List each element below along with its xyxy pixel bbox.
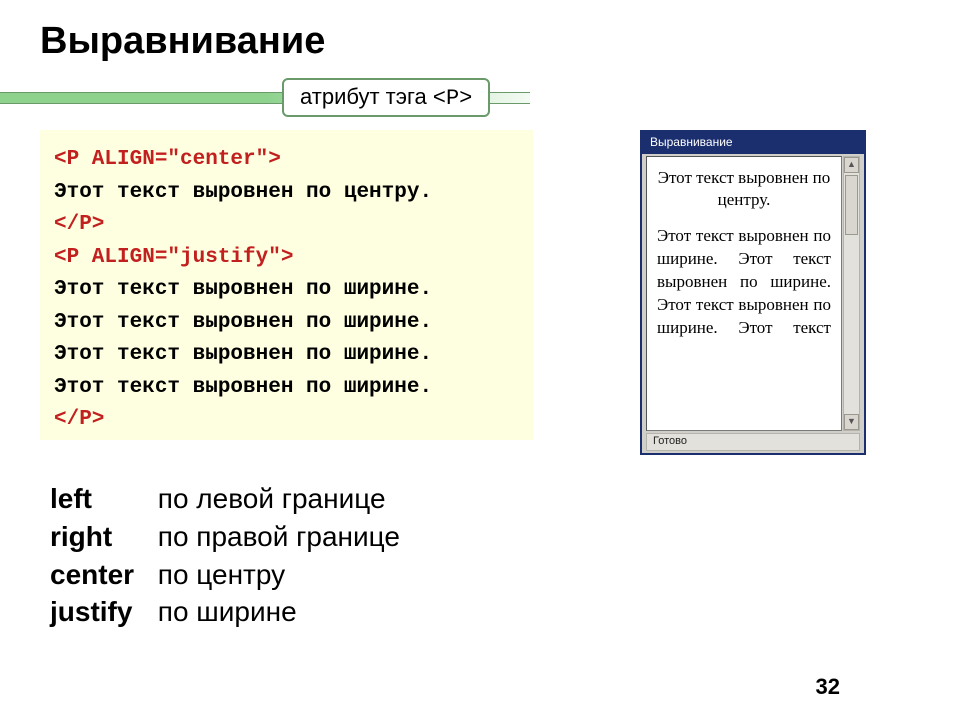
scroll-up-button[interactable]: ▲ bbox=[844, 157, 859, 173]
code-line: </P> bbox=[54, 213, 104, 236]
browser-scrollbar[interactable]: ▲ ▼ bbox=[843, 156, 860, 431]
code-example: <P ALIGN="center"> Этот текст выровнен п… bbox=[40, 130, 533, 440]
code-line: <P ALIGN="center"> bbox=[54, 148, 281, 171]
preview-justify-paragraph: Этот текст выровнен по ширине. Этот текс… bbox=[657, 225, 831, 340]
attribute-label-tag: <P> bbox=[433, 86, 473, 111]
code-line: Этот текст выровнен по ширине. bbox=[54, 311, 432, 334]
attribute-label-box: атрибут тэга <P> bbox=[282, 78, 490, 117]
definition-row: center по центру bbox=[50, 556, 400, 594]
definition-term: left bbox=[50, 480, 150, 518]
code-line: Этот текст выровнен по центру. bbox=[54, 181, 432, 204]
slide-heading: Выравнивание bbox=[40, 20, 325, 63]
browser-viewport: Этот текст выровнен по центру. Этот текс… bbox=[646, 156, 842, 431]
definition-term: right bbox=[50, 518, 150, 556]
code-line: <P ALIGN="justify"> bbox=[54, 246, 293, 269]
definition-row: justify по ширине bbox=[50, 593, 400, 631]
definition-desc: по ширине bbox=[158, 596, 297, 627]
page-number: 32 bbox=[816, 674, 840, 700]
scroll-thumb[interactable] bbox=[845, 175, 858, 235]
definitions-list: left по левой границе right по правой гр… bbox=[50, 480, 400, 631]
code-line: Этот текст выровнен по ширине. bbox=[54, 343, 432, 366]
code-line: </P> bbox=[54, 408, 104, 431]
definition-desc: по левой границе bbox=[158, 483, 386, 514]
browser-statusbar: Готово bbox=[646, 433, 860, 451]
definition-term: center bbox=[50, 556, 150, 594]
definition-desc: по правой границе bbox=[158, 521, 400, 552]
definition-desc: по центру bbox=[158, 559, 285, 590]
preview-center-paragraph: Этот текст выровнен по центру. bbox=[657, 167, 831, 211]
definition-row: right по правой границе bbox=[50, 518, 400, 556]
scroll-down-button[interactable]: ▼ bbox=[844, 414, 859, 430]
browser-titlebar: Выравнивание bbox=[642, 132, 864, 154]
definition-term: justify bbox=[50, 593, 150, 631]
attribute-label-prefix: атрибут тэга bbox=[300, 84, 427, 110]
code-line: Этот текст выровнен по ширине. bbox=[54, 376, 432, 399]
code-line: Этот текст выровнен по ширине. bbox=[54, 278, 432, 301]
definition-row: left по левой границе bbox=[50, 480, 400, 518]
browser-preview: Выравнивание Этот текст выровнен по цент… bbox=[640, 130, 866, 455]
